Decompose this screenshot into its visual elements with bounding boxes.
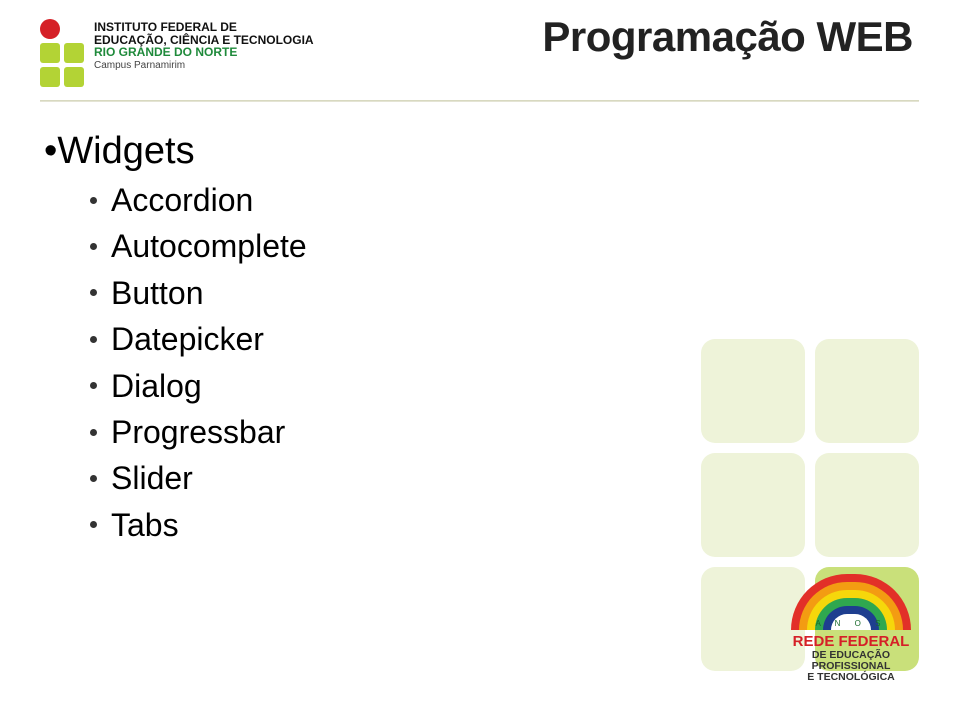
bullet-icon (90, 197, 97, 204)
slide-header: INSTITUTO FEDERAL DE EDUCAÇÃO, CIÊNCIA E… (0, 0, 959, 93)
content-heading: •Widgets (44, 130, 915, 173)
rainbow-arc-icon: A N O S (791, 576, 911, 630)
bullet-icon (90, 336, 97, 343)
list-item-label: Button (111, 270, 204, 316)
list-item-label: Tabs (111, 502, 179, 548)
institute-line1: INSTITUTO FEDERAL DE (94, 21, 314, 34)
bullet-icon (90, 289, 97, 296)
badge-line4: E TECNOLÓGICA (793, 672, 910, 683)
institute-line3: RIO GRANDE DO NORTE (94, 46, 314, 59)
header-divider (40, 100, 919, 102)
badge-anos: A N O S (791, 619, 911, 628)
list-item: Accordion (90, 177, 915, 223)
bullet-icon (90, 429, 97, 436)
slide-title: Programação WEB (314, 13, 919, 61)
badge-caption: REDE FEDERAL DE EDUCAÇÃO PROFISSIONAL E … (793, 634, 910, 683)
institute-name: INSTITUTO FEDERAL DE EDUCAÇÃO, CIÊNCIA E… (94, 21, 314, 71)
list-item: Autocomplete (90, 223, 915, 269)
bullet-icon (90, 475, 97, 482)
bullet-icon (90, 382, 97, 389)
list-item-label: Slider (111, 455, 193, 501)
institute-campus: Campus Parnamirim (94, 61, 314, 72)
rede-federal-badge: A N O S REDE FEDERAL DE EDUCAÇÃO PROFISS… (781, 576, 921, 683)
badge-line1: REDE FEDERAL (793, 634, 910, 650)
if-squares-icon (40, 19, 84, 87)
bullet-icon (90, 521, 97, 528)
content-heading-text: Widgets (57, 130, 194, 172)
list-item-label: Autocomplete (111, 223, 307, 269)
list-item-label: Dialog (111, 363, 202, 409)
list-item-label: Accordion (111, 177, 253, 223)
list-item-label: Datepicker (111, 316, 264, 362)
bullet-icon (90, 243, 97, 250)
list-item-label: Progressbar (111, 409, 285, 455)
list-item: Button (90, 270, 915, 316)
institute-logo: INSTITUTO FEDERAL DE EDUCAÇÃO, CIÊNCIA E… (40, 19, 314, 87)
